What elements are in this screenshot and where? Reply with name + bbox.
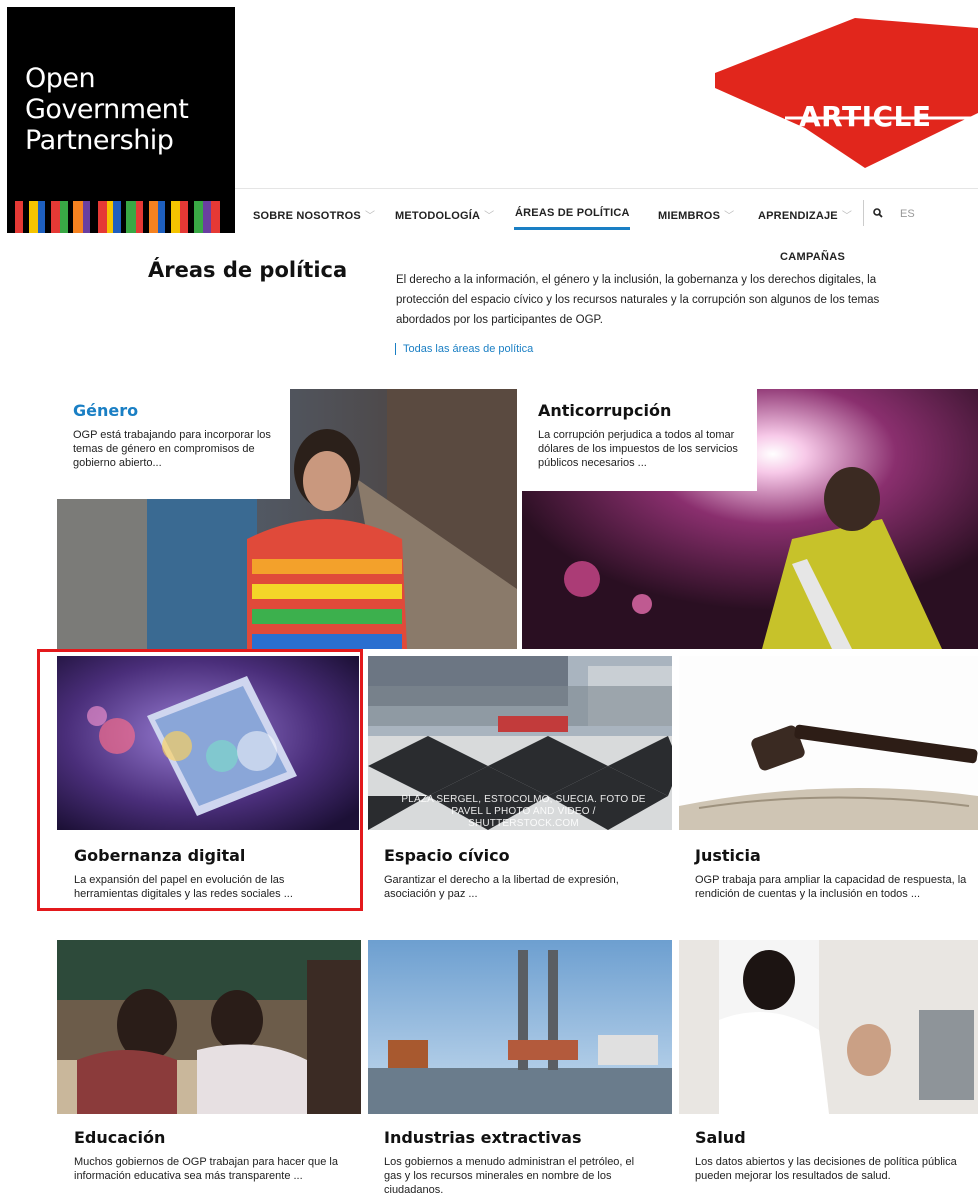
educacion-image[interactable] — [57, 940, 361, 1114]
logo-line-3: Partnership — [25, 125, 174, 156]
logo-line-2: Government — [25, 94, 189, 125]
chevron-down-icon: ﹀ — [484, 211, 495, 222]
article19-logo[interactable]: ARTICLE — [715, 18, 978, 168]
nav-item-campanas[interactable]: CAMPAÑAS — [780, 251, 845, 263]
nav-label: ÁREAS DE POLÍTICA — [515, 207, 630, 219]
nav-label: SOBRE NOSOTROS — [253, 210, 361, 222]
justicia-image[interactable] — [679, 656, 978, 830]
salud-title[interactable]: Salud — [695, 1128, 746, 1147]
all-policy-areas-link[interactable]: Todas las áreas de política — [395, 343, 533, 355]
nav-item-aprendizaje[interactable]: APRENDIZAJE ﹀ — [758, 207, 852, 222]
article19-wordmark: ARTICLE — [799, 100, 932, 133]
espacio-civico-photo-credit: PLAZA SERGEL, ESTOCOLMO, SUECIA. FOTO DE… — [401, 794, 646, 829]
logo-wordmark: Open Government Partnership — [25, 63, 189, 156]
page-title: Áreas de política — [148, 258, 348, 282]
language-switch[interactable]: ES — [900, 208, 915, 220]
nav-active-indicator — [514, 227, 630, 230]
chevron-down-icon: ﹀ — [724, 211, 735, 222]
search-icon[interactable] — [873, 205, 883, 223]
industrias-extractivas-description: Los gobiernos a menudo administran el pe… — [384, 1156, 635, 1196]
nav-item-areas-de-politica[interactable]: ÁREAS DE POLÍTICA — [515, 207, 630, 219]
nav-label: APRENDIZAJE — [758, 210, 838, 222]
logo-color-stripes — [7, 201, 235, 233]
industrias-extractivas-image[interactable] — [368, 940, 672, 1114]
espacio-civico-image[interactable]: PLAZA SERGEL, ESTOCOLMO, SUECIA. FOTO DE… — [368, 656, 672, 830]
espacio-civico-description: Garantizar el derecho a la libertad de e… — [384, 874, 619, 900]
nav-separator — [863, 200, 864, 226]
justicia-description: OGP trabaja para ampliar la capacidad de… — [695, 874, 967, 900]
highlight-box — [37, 649, 363, 911]
espacio-civico-title[interactable]: Espacio cívico — [384, 846, 510, 865]
educacion-description: Muchos gobiernos de OGP trabajan para ha… — [74, 1156, 338, 1182]
genero-title[interactable]: Género — [73, 401, 138, 420]
anticorrupcion-title[interactable]: Anticorrupción — [538, 401, 671, 420]
logo-line-1: Open — [25, 63, 96, 94]
nav-label: METODOLOGÍA — [395, 210, 481, 222]
chevron-down-icon: ﹀ — [841, 211, 853, 222]
chevron-down-icon: ﹀ — [364, 211, 376, 222]
intro-text: El derecho a la información, el género y… — [396, 274, 880, 326]
industrias-extractivas-title[interactable]: Industrias extractivas — [384, 1128, 582, 1147]
justicia-title[interactable]: Justicia — [695, 846, 761, 865]
ogp-logo[interactable]: Open Government Partnership — [7, 7, 235, 233]
nav-item-metodologia[interactable]: METODOLOGÍA ﹀ — [395, 207, 494, 222]
educacion-title[interactable]: Educación — [74, 1128, 165, 1147]
nav-label: MIEMBROS — [658, 210, 721, 222]
nav-item-miembros[interactable]: MIEMBROS ﹀ — [658, 207, 734, 222]
article19-shape-icon — [715, 18, 978, 168]
salud-image[interactable] — [679, 940, 978, 1114]
anticorrupcion-description: La corrupción perjudica a todos al tomar… — [538, 429, 738, 469]
salud-description: Los datos abiertos y las decisiones de p… — [695, 1156, 957, 1182]
header-divider — [235, 188, 978, 189]
genero-description: OGP está trabajando para incorporar los … — [73, 429, 271, 469]
nav-item-sobre-nosotros[interactable]: SOBRE NOSOTROS ﹀ — [253, 207, 375, 222]
